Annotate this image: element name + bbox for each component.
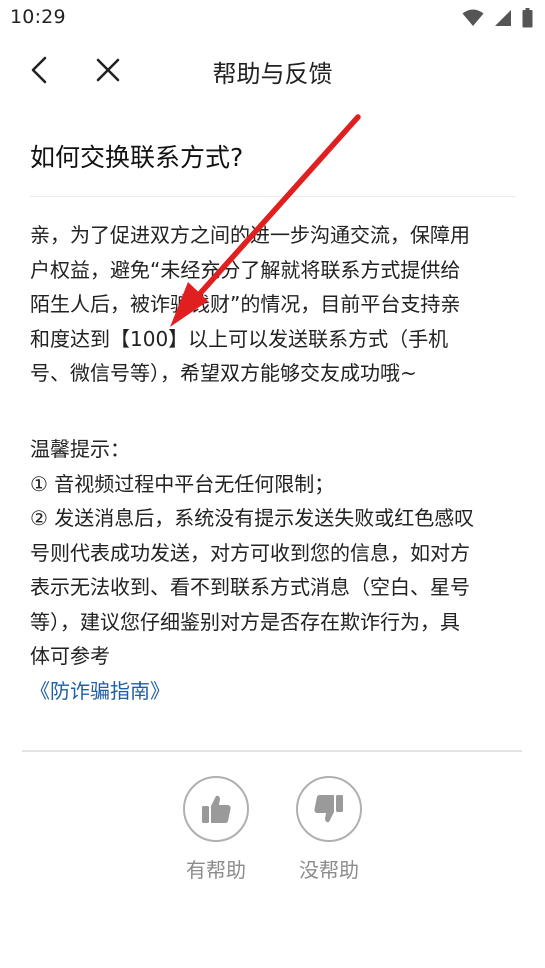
battery-icon bbox=[522, 8, 533, 28]
tips-item-line: 号则代表成功发送，对方可收到您的信息，如对方 bbox=[30, 540, 470, 565]
helpful-label: 有帮助 bbox=[186, 858, 246, 882]
tips-item-line: ② 发送消息后，系统没有提示发送失败或红色感叹 bbox=[30, 506, 475, 530]
feedback-divider bbox=[22, 750, 522, 752]
answer-line: 亲，为了促进双方之间的进一步沟通交流，保障用 bbox=[30, 223, 470, 247]
tips-item-line: 体可参考 bbox=[30, 644, 110, 668]
tips-item: ① 音视频过程中平台无任何限制； bbox=[30, 471, 335, 496]
status-time: 10:29 bbox=[10, 6, 66, 28]
divider bbox=[30, 196, 516, 197]
status-bar: 10:29 bbox=[0, 0, 545, 36]
answer-line: 和度达到【100】以上可以发送联系方式（手机 bbox=[30, 326, 449, 351]
not-helpful-button[interactable]: 没帮助 bbox=[289, 776, 369, 883]
answer-body: 亲，为了促进双方之间的进一步沟通交流，保障用 户权益，避免“未经充分了解就将联系… bbox=[30, 218, 520, 391]
wifi-icon bbox=[462, 9, 484, 26]
tips-section: 温馨提示： ① 音视频过程中平台无任何限制； ② 发送消息后，系统没有提示发送失… bbox=[30, 432, 520, 708]
answer-line: 号、微信号等），希望双方能够交友成功哦~ bbox=[30, 361, 417, 385]
tips-item-line: 表示无法收到、看不到联系方式消息（空白、星号 bbox=[30, 575, 470, 599]
tips-item-line: 等），建议您仔细鉴别对方是否存在欺诈行为，具 bbox=[30, 609, 460, 634]
helpful-circle bbox=[183, 776, 249, 842]
anti-fraud-guide-link[interactable]: 《防诈骗指南》 bbox=[30, 674, 170, 709]
thumbs-up-icon bbox=[202, 795, 231, 823]
status-icons bbox=[462, 8, 533, 28]
question-title: 如何交换联系方式? bbox=[30, 143, 244, 172]
not-helpful-label: 没帮助 bbox=[299, 858, 359, 882]
not-helpful-circle bbox=[296, 776, 362, 842]
tips-heading: 温馨提示： bbox=[30, 437, 130, 461]
signal-icon bbox=[495, 10, 511, 26]
helpful-button[interactable]: 有帮助 bbox=[176, 776, 256, 883]
answer-line: 户权益，避免“未经充分了解就将联系方式提供给 bbox=[30, 257, 461, 282]
toolbar: 帮助与反馈 bbox=[0, 40, 545, 100]
answer-line: 陌生人后，被诈骗钱财”的情况，目前平台支持亲 bbox=[30, 292, 461, 316]
thumbs-down-icon bbox=[314, 795, 343, 823]
page-title: 帮助与反馈 bbox=[212, 60, 333, 88]
